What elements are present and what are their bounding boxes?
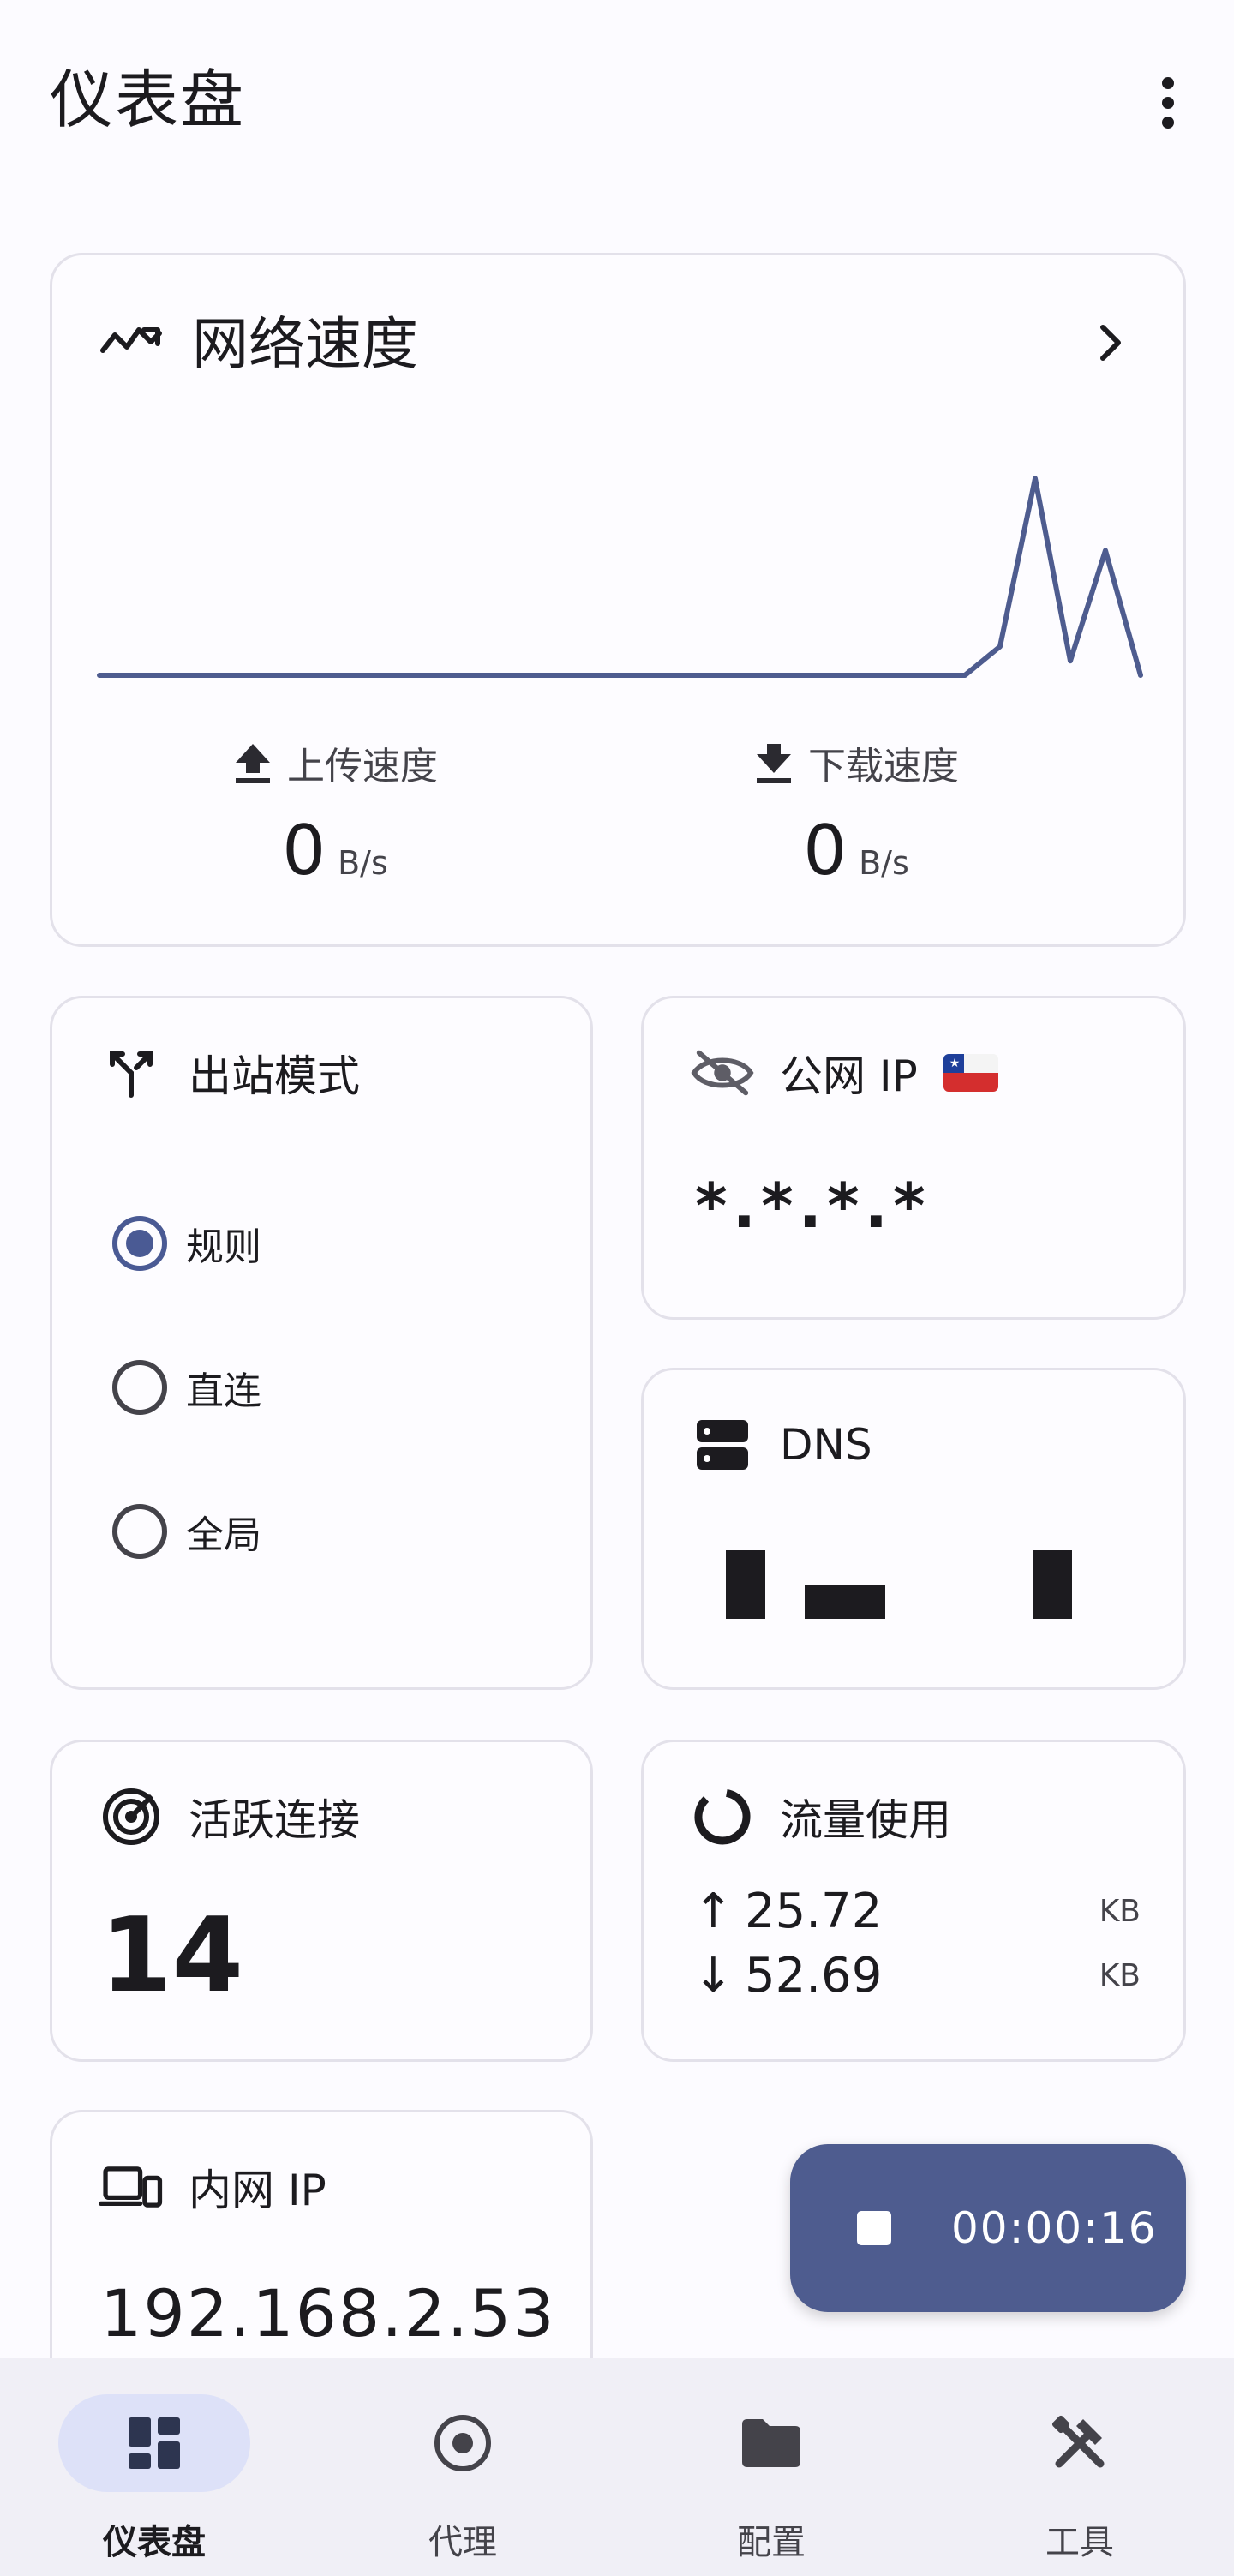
mode-option-direct[interactable]: 直连	[112, 1360, 261, 1415]
donut-chart-icon	[691, 1785, 754, 1848]
devices-icon	[99, 2155, 163, 2219]
more-options-icon[interactable]	[1140, 69, 1196, 137]
nav-label: 代理	[428, 2523, 497, 2562]
nav-dashboard[interactable]: 仪表盘	[0, 2358, 308, 2576]
download-label: 下载速度	[808, 745, 959, 788]
nav-tools[interactable]: 工具	[926, 2358, 1234, 2576]
stop-icon	[857, 2211, 891, 2245]
route-split-icon	[99, 1041, 163, 1105]
trending-icon	[99, 308, 163, 371]
network-speed-chart	[97, 476, 1143, 678]
tools-icon	[1051, 2415, 1105, 2468]
lan-ip-value: 192.168.2.53	[100, 2275, 556, 2351]
upload-icon	[236, 744, 270, 783]
dashboard-icon	[129, 2417, 180, 2469]
network-speed-title: 网络速度	[192, 311, 418, 377]
eye-off-icon[interactable]	[691, 1041, 754, 1105]
outbound-mode-card: 出站模式 规则 直连 全局	[50, 996, 593, 1690]
down-arrow-icon: ↓	[693, 1948, 734, 2004]
public-ip-value: *.*.*.*	[695, 1170, 931, 1242]
nav-label: 仪表盘	[103, 2523, 206, 2562]
redacted-block	[805, 1585, 885, 1619]
active-connections-card[interactable]: 活跃连接 14	[50, 1740, 593, 2062]
traffic-upload-row: ↑ 25.72 KB	[693, 1884, 1141, 1939]
redacted-block	[726, 1550, 765, 1619]
elapsed-time: 00:00:16	[951, 2203, 1158, 2253]
radio-unselected-icon[interactable]	[112, 1360, 167, 1415]
download-value: 0	[803, 811, 848, 890]
mode-option-global[interactable]: 全局	[112, 1504, 261, 1559]
speed-line	[97, 476, 1143, 678]
nav-config[interactable]: 配置	[617, 2358, 926, 2576]
folder-icon	[742, 2419, 800, 2467]
traffic-upload-value: 25.72	[745, 1884, 883, 1939]
dns-card[interactable]: DNS	[641, 1368, 1186, 1690]
chevron-right-icon[interactable]	[1084, 317, 1135, 368]
lan-ip-title: 内网 IP	[189, 2166, 326, 2215]
mode-option-rule[interactable]: 规则	[112, 1216, 261, 1271]
app-bar: 仪表盘	[0, 0, 1234, 197]
traffic-upload-unit: KB	[1099, 1894, 1141, 1929]
traffic-usage-card[interactable]: 流量使用 ↑ 25.72 KB ↓ 52.69 KB	[641, 1740, 1186, 2062]
nav-label: 工具	[1045, 2523, 1114, 2562]
upload-label: 上传速度	[287, 745, 438, 788]
public-ip-card[interactable]: 公网 IP ★ *.*.*.*	[641, 996, 1186, 1320]
traffic-download-value: 52.69	[745, 1948, 883, 2004]
public-ip-title: 公网 IP	[780, 1051, 918, 1101]
download-speed: 下载速度 0 B/s	[642, 735, 1070, 902]
target-icon	[434, 2415, 491, 2471]
download-icon	[757, 744, 791, 783]
download-unit: B/s	[859, 844, 909, 882]
nav-label: 配置	[737, 2523, 806, 2562]
radar-icon	[99, 1785, 163, 1848]
chile-flag-icon: ★	[943, 1054, 998, 1092]
active-connections-title: 活跃连接	[189, 1795, 360, 1845]
active-connections-count: 14	[100, 1896, 243, 2016]
server-icon	[691, 1413, 754, 1477]
upload-value: 0	[282, 811, 326, 890]
bottom-navigation: 仪表盘 代理 配置 工具	[0, 2358, 1234, 2576]
mode-option-label: 全局	[186, 1513, 261, 1557]
network-speed-card[interactable]: 网络速度 上传速度 0 B/s 下载速度 0 B/s	[50, 253, 1186, 947]
page-title: 仪表盘	[50, 63, 245, 137]
redacted-block	[1033, 1550, 1072, 1619]
stop-timer-button[interactable]: 00:00:16	[790, 2144, 1186, 2312]
mode-option-label: 规则	[186, 1225, 261, 1269]
up-arrow-icon: ↑	[693, 1884, 734, 1939]
radio-unselected-icon[interactable]	[112, 1504, 167, 1559]
outbound-mode-title: 出站模式	[189, 1051, 360, 1101]
mode-option-label: 直连	[186, 1369, 261, 1413]
nav-proxy[interactable]: 代理	[308, 2358, 617, 2576]
radio-selected-icon[interactable]	[112, 1216, 167, 1271]
dns-title: DNS	[780, 1420, 872, 1470]
traffic-download-unit: KB	[1099, 1958, 1141, 1993]
traffic-download-row: ↓ 52.69 KB	[693, 1948, 1141, 2004]
upload-unit: B/s	[338, 844, 388, 882]
traffic-usage-title: 流量使用	[780, 1795, 951, 1845]
upload-speed: 上传速度 0 B/s	[121, 735, 549, 902]
